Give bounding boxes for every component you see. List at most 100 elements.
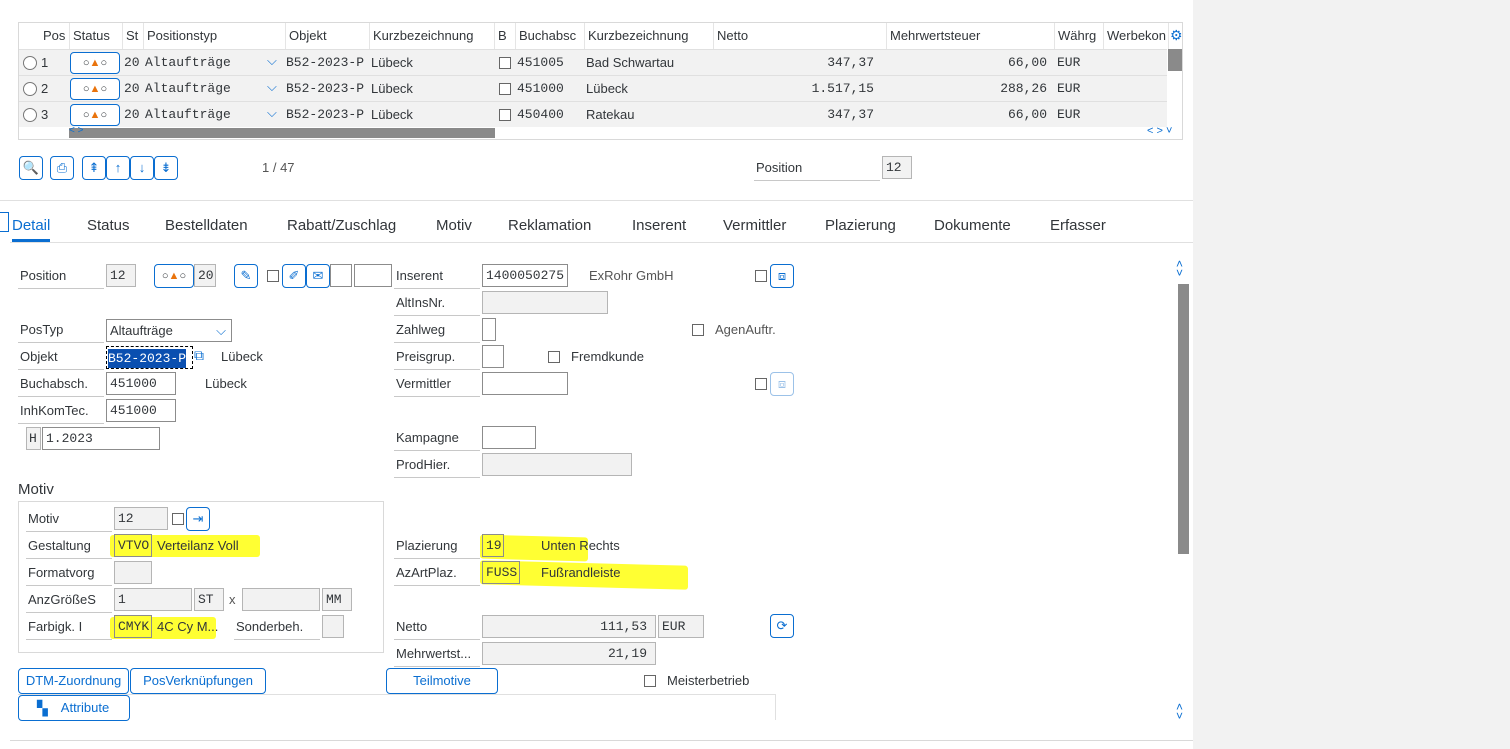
tab-bestelldaten[interactable]: Bestelldaten [165, 214, 248, 242]
postyp-select[interactable]: Altaufträge ⌵ [106, 319, 232, 342]
col-header-st[interactable]: St [123, 23, 144, 49]
col-header-kurzbezeichnung[interactable]: Kurzbezeichnung [370, 23, 495, 49]
col-header-pos[interactable]: Pos [40, 23, 70, 49]
anzgroesse-field-2[interactable] [242, 588, 320, 611]
row-b-checkbox[interactable] [499, 109, 511, 121]
status-field[interactable]: 20 [194, 264, 216, 287]
tab-detail[interactable]: Detail [12, 214, 51, 242]
vertical-scrollbar-thumb[interactable] [1168, 49, 1182, 71]
inserent-field[interactable]: 1400050275 [482, 264, 568, 287]
collapse-handle-icon[interactable] [0, 212, 9, 232]
chevron-down-icon[interactable]: ⌵ [267, 53, 277, 69]
col-header-netto[interactable]: Netto [714, 23, 887, 49]
settings-gear-icon[interactable]: ⚙ [1170, 27, 1183, 44]
gestaltung-code-field[interactable]: VTVO [114, 534, 152, 557]
business-partner-icon[interactable]: ⧈ [770, 372, 794, 396]
period-field[interactable]: 1.2023 [42, 427, 160, 450]
status-icons-button[interactable]: ○▲○ [70, 104, 120, 126]
tab-reklamation[interactable]: Reklamation [508, 214, 591, 242]
objekt-field[interactable]: B52-2023-P [108, 349, 187, 368]
detail-checkbox[interactable] [267, 270, 279, 282]
col-header-objekt[interactable]: Objekt [286, 23, 370, 49]
navigate-icon[interactable]: ⇥ [186, 507, 210, 531]
buchabsch-field[interactable]: 451000 [106, 372, 176, 395]
motiv-checkbox[interactable] [172, 513, 184, 525]
chevron-down-icon[interactable]: ⌵ [267, 79, 277, 95]
fremdkunde-checkbox[interactable] [548, 351, 560, 363]
tab-plazierung[interactable]: Plazierung [825, 214, 896, 242]
agenauftr-checkbox[interactable] [692, 324, 704, 336]
anzgroesse-unit[interactable]: ST [194, 588, 224, 611]
dtm-zuordnung-button[interactable]: DTM-Zuordnung [18, 668, 129, 694]
tab-vermittler[interactable]: Vermittler [723, 214, 786, 242]
col-header-positionstyp[interactable]: Positionstyp [144, 23, 286, 49]
status-icons-button[interactable]: ○▲○ [154, 264, 194, 288]
kampagne-field[interactable] [482, 426, 536, 449]
row-select-radio[interactable] [23, 82, 37, 96]
inserent-checkbox[interactable] [755, 270, 767, 282]
mwst-field[interactable]: 21,19 [482, 642, 656, 665]
print-icon[interactable]: ⎙ [50, 156, 74, 180]
col-header-buchabsc[interactable]: Buchabsc [516, 23, 585, 49]
tab-erfasser[interactable]: Erfasser [1050, 214, 1106, 242]
col-header-waehrg[interactable]: Währg [1055, 23, 1104, 49]
farbigk-code-field[interactable]: CMYK [114, 615, 152, 638]
row-b-checkbox[interactable] [499, 83, 511, 95]
mm-unit[interactable]: MM [322, 588, 352, 611]
tab-status[interactable]: Status [87, 214, 130, 242]
formatvorg-field[interactable] [114, 561, 152, 584]
next-page-icon[interactable]: ↓ [130, 156, 154, 180]
row-select-radio[interactable] [23, 56, 37, 70]
table-row[interactable]: 1 ○▲○ 20 Altaufträge ⌵ B52-2023-P Lübeck… [19, 49, 1167, 75]
table-row[interactable]: 2 ○▲○ 20 Altaufträge ⌵ B52-2023-P Lübeck… [19, 75, 1167, 101]
mail-icon[interactable]: ✉ [306, 264, 330, 288]
netto-currency-field[interactable]: EUR [658, 615, 704, 638]
zahlweg-field[interactable] [482, 318, 496, 341]
tab-motiv[interactable]: Motiv [436, 214, 472, 242]
tab-inserent[interactable]: Inserent [632, 214, 686, 242]
empty-field[interactable] [330, 264, 352, 287]
previous-page-icon[interactable]: ↑ [106, 156, 130, 180]
col-header-werbekon[interactable]: Werbekon [1104, 23, 1169, 49]
horizontal-scrollbar-thumb[interactable] [69, 128, 495, 138]
first-page-icon[interactable]: ⇞ [82, 156, 106, 180]
plazierung-code-field[interactable]: 19 [482, 534, 504, 557]
scroll-up-icon[interactable]: ˄ ˅ [1176, 258, 1183, 279]
anzgroesse-field[interactable]: 1 [114, 588, 192, 611]
row-select-radio[interactable] [23, 108, 37, 122]
refresh-icon[interactable]: ⟳ [770, 614, 794, 638]
status-icons-button[interactable]: ○▲○ [70, 78, 120, 100]
teilmotive-button[interactable]: Teilmotive [386, 668, 498, 694]
scroll-left-right-icon[interactable]: < > [69, 125, 83, 136]
col-header-kurzbezeichnung-2[interactable]: Kurzbezeichnung [585, 23, 714, 49]
business-partner-icon[interactable]: ⧈ [770, 264, 794, 288]
row-b-checkbox[interactable] [499, 57, 511, 69]
vermittler-checkbox[interactable] [755, 378, 767, 390]
inhkomtec-field[interactable]: 451000 [106, 399, 176, 422]
preisgrup-field[interactable] [482, 345, 504, 368]
position-input[interactable]: 12 [882, 156, 912, 179]
sonderbeh-field[interactable] [322, 615, 344, 638]
last-page-icon[interactable]: ⇟ [154, 156, 178, 180]
document-edit-icon[interactable]: ✎ [234, 264, 258, 288]
tab-rabatt-zuschlag[interactable]: Rabatt/Zuschlag [287, 214, 396, 242]
posverknuepfungen-button[interactable]: PosVerknüpfungen [130, 668, 266, 694]
pen-icon[interactable]: ✐ [282, 264, 306, 288]
zoom-icon[interactable]: 🔍 [19, 156, 43, 180]
col-header-mehrwertsteuer[interactable]: Mehrwertsteuer [887, 23, 1055, 49]
chevron-down-icon[interactable]: ⌵ [267, 105, 277, 121]
detail-vertical-scrollbar-thumb[interactable] [1178, 284, 1189, 554]
azartplaz-code-field[interactable]: FUSS [482, 561, 520, 584]
netto-field[interactable]: 111,53 [482, 615, 656, 638]
vermittler-field[interactable] [482, 372, 568, 395]
tab-dokumente[interactable]: Dokumente [934, 214, 1011, 242]
attribute-button[interactable]: ▚ Attribute [18, 695, 130, 721]
table-row[interactable]: 3 ○▲○ 20 Altaufträge ⌵ B52-2023-P Lübeck… [19, 101, 1167, 127]
scroll-down-icon[interactable]: ˄ ˅ [1176, 701, 1183, 722]
prodhier-field[interactable] [482, 453, 632, 476]
meisterbetrieb-checkbox[interactable] [644, 675, 656, 687]
value-help-icon[interactable]: ⧉ [194, 347, 212, 365]
position-field[interactable]: 12 [106, 264, 136, 287]
altinsnr-field[interactable] [482, 291, 608, 314]
motiv-field[interactable]: 12 [114, 507, 168, 530]
